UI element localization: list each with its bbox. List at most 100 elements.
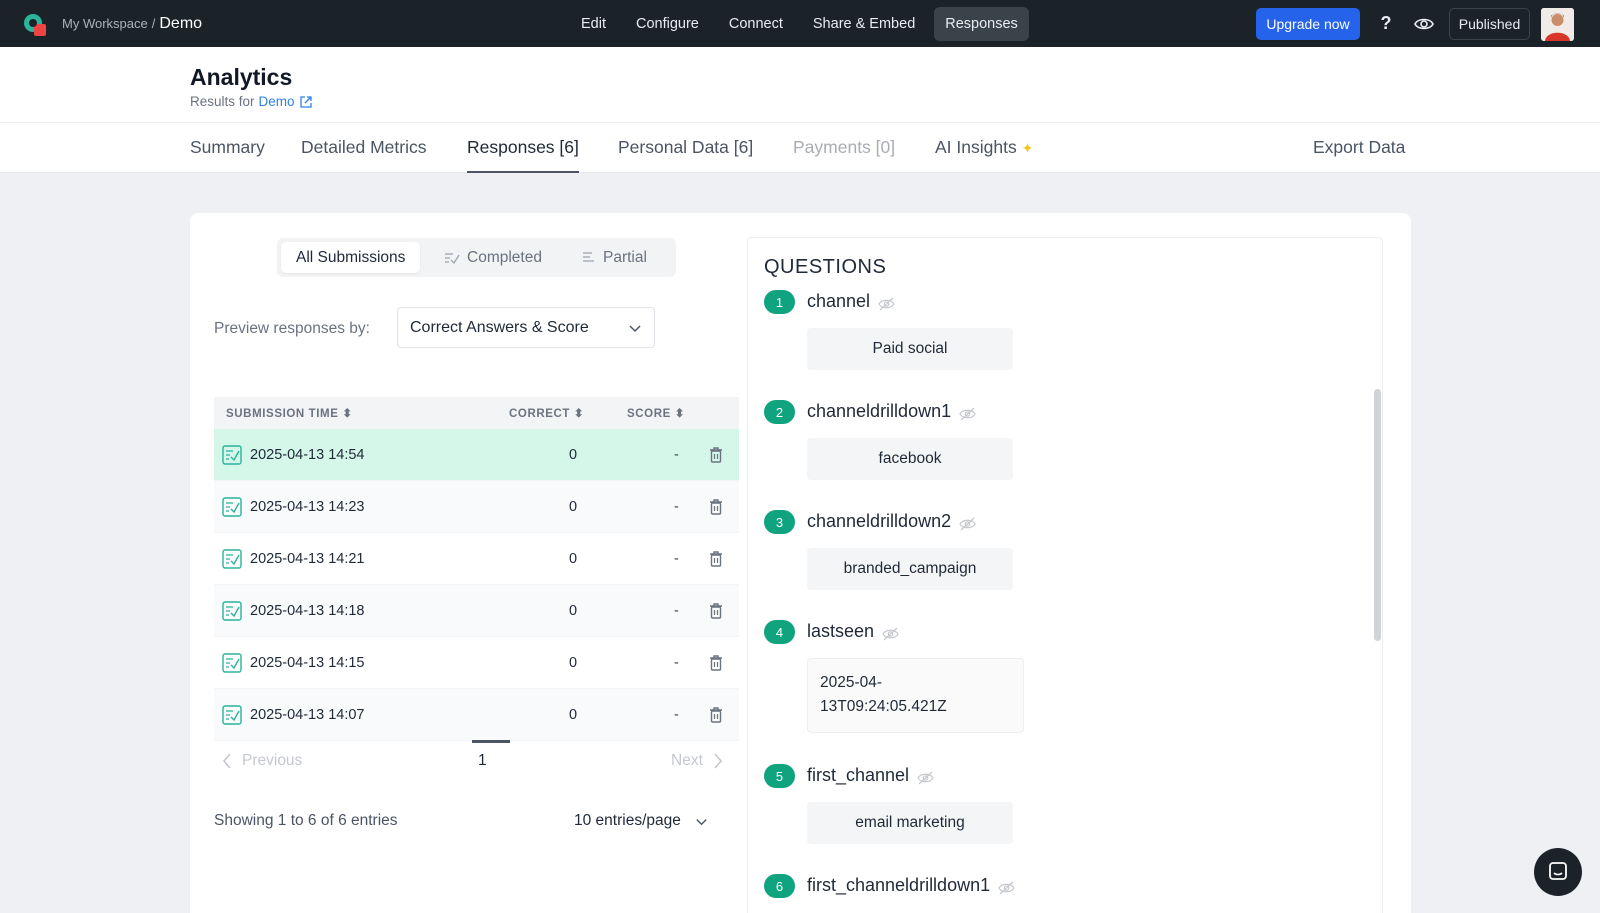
- breadcrumb: My Workspace / Demo: [62, 0, 202, 47]
- question-number-badge: 6: [764, 874, 795, 898]
- eye-off-icon[interactable]: [917, 769, 934, 784]
- filter-partial[interactable]: Partial: [567, 242, 662, 273]
- question-label-text: channeldrilldown1: [807, 401, 952, 421]
- trash-icon[interactable]: [708, 706, 724, 724]
- tab-ai-insights[interactable]: AI Insights ✦: [935, 137, 1033, 173]
- table-row[interactable]: 2025-04-13 14:18 0 -: [214, 585, 739, 637]
- tab-detailed-metrics[interactable]: Detailed Metrics: [301, 137, 426, 173]
- eye-off-icon[interactable]: [878, 295, 895, 310]
- sort-icon: ⬍: [573, 408, 585, 420]
- table-row[interactable]: 2025-04-13 14:23 0 -: [214, 481, 739, 533]
- correct-count: 0: [569, 603, 578, 619]
- upgrade-button[interactable]: Upgrade now: [1256, 8, 1360, 40]
- eye-off-icon[interactable]: [998, 879, 1015, 894]
- submission-time: 2025-04-13 14:54: [250, 447, 365, 463]
- next-button[interactable]: Next: [671, 752, 723, 770]
- correct-count: 0: [569, 707, 578, 723]
- trash-icon[interactable]: [708, 654, 724, 672]
- page-header: Analytics Results for Demo: [0, 47, 1600, 123]
- trash-icon[interactable]: [708, 602, 724, 620]
- nav-responses[interactable]: Responses: [934, 6, 1029, 41]
- answer-value: email marketing: [807, 802, 1013, 844]
- preview-value: Correct Answers & Score: [410, 318, 589, 336]
- analytics-tabs: Summary Detailed Metrics Responses [6] P…: [0, 123, 1600, 173]
- question-label: channeldrilldown1: [807, 401, 976, 422]
- answer-textarea[interactable]: 2025-04- 13T09:24:05.421Z: [807, 658, 1024, 733]
- preview-dropdown[interactable]: Correct Answers & Score: [397, 307, 655, 348]
- table-row[interactable]: 2025-04-13 14:15 0 -: [214, 637, 739, 689]
- tab-personal-data[interactable]: Personal Data [6]: [618, 137, 753, 173]
- chat-support-button[interactable]: [1534, 848, 1582, 896]
- eye-off-icon[interactable]: [882, 625, 899, 640]
- question-label-text: channel: [807, 291, 871, 311]
- help-icon[interactable]: ?: [1374, 11, 1398, 35]
- trash-icon[interactable]: [708, 498, 724, 516]
- entries-per-page-select[interactable]: 10 entries/page: [574, 812, 708, 830]
- col-submission-time[interactable]: SUBMISSION TIME ⬍: [226, 406, 353, 420]
- question-number-badge: 2: [764, 400, 795, 424]
- page-title: Analytics: [190, 64, 293, 90]
- tab-summary[interactable]: Summary: [190, 137, 265, 173]
- filter-all-submissions[interactable]: All Submissions: [281, 242, 421, 273]
- table-row[interactable]: 2025-04-13 14:54 0 -: [214, 429, 739, 481]
- previous-button[interactable]: Previous: [222, 752, 302, 770]
- next-label: Next: [671, 752, 703, 769]
- previous-label: Previous: [242, 752, 303, 769]
- question-label-text: lastseen: [807, 621, 875, 641]
- table-row[interactable]: 2025-04-13 14:07 0 -: [214, 689, 739, 741]
- submission-icon: [222, 705, 242, 725]
- col-score[interactable]: SCORE ⬍: [627, 406, 685, 420]
- filter-completed[interactable]: Completed: [429, 242, 557, 273]
- preview-eye-icon[interactable]: [1413, 13, 1435, 35]
- export-data-button[interactable]: Export Data: [1313, 137, 1405, 173]
- question-label: channeldrilldown2: [807, 511, 976, 532]
- chevron-down-icon: [629, 325, 641, 333]
- nav-configure[interactable]: Configure: [625, 7, 710, 41]
- published-button[interactable]: Published: [1449, 8, 1530, 40]
- col-correct[interactable]: CORRECT ⬍: [509, 406, 584, 420]
- nav-share-embed[interactable]: Share & Embed: [802, 7, 926, 41]
- answer-value: facebook: [807, 438, 1013, 480]
- question-number-badge: 1: [764, 290, 795, 314]
- top-nav: Edit Configure Connect Share & Embed Res…: [570, 6, 1029, 41]
- answer-value: branded_campaign: [807, 548, 1013, 590]
- breadcrumb-workspace[interactable]: My Workspace: [62, 16, 148, 31]
- entries-per-page-value: 10 entries/page: [574, 812, 681, 829]
- external-link-icon[interactable]: [299, 95, 313, 109]
- table-row[interactable]: 2025-04-13 14:21 0 -: [214, 533, 739, 585]
- score-value: -: [674, 551, 679, 567]
- eye-off-icon[interactable]: [959, 515, 976, 530]
- tab-payments[interactable]: Payments [0]: [793, 137, 895, 173]
- responses-table: SUBMISSION TIME ⬍ CORRECT ⬍ SCORE ⬍ 2025…: [214, 397, 739, 741]
- completed-icon: [445, 252, 460, 264]
- eye-off-icon[interactable]: [959, 405, 976, 420]
- user-avatar[interactable]: [1541, 8, 1574, 41]
- chevron-right-icon: [714, 753, 722, 769]
- tab-responses[interactable]: Responses [6]: [467, 137, 579, 173]
- correct-count: 0: [569, 551, 578, 567]
- sort-icon: ⬍: [342, 408, 353, 420]
- app-logo-icon[interactable]: [22, 12, 48, 38]
- subtitle-prefix: Results for: [190, 94, 255, 109]
- chevron-down-icon: [696, 818, 707, 825]
- score-value: -: [674, 603, 679, 619]
- filter-completed-label: Completed: [467, 248, 542, 266]
- trash-icon[interactable]: [708, 446, 724, 464]
- questions-panel: QUESTIONS 1 channel Paid social 2 channeldri…: [747, 237, 1383, 913]
- questions-scrollbar[interactable]: [1374, 389, 1381, 641]
- top-bar: My Workspace / Demo Edit Configure Conne…: [0, 0, 1600, 47]
- preview-label: Preview responses by:: [214, 320, 370, 337]
- col-correct-label: CORRECT: [509, 408, 571, 420]
- form-link[interactable]: Demo: [259, 94, 295, 109]
- breadcrumb-current[interactable]: Demo: [159, 15, 202, 33]
- question-number-badge: 3: [764, 510, 795, 534]
- table-header: SUBMISSION TIME ⬍ CORRECT ⬍ SCORE ⬍: [214, 397, 739, 429]
- pagination: Previous 1 Next: [214, 740, 739, 780]
- nav-edit[interactable]: Edit: [570, 7, 617, 41]
- trash-icon[interactable]: [708, 550, 724, 568]
- submission-time: 2025-04-13 14:07: [250, 707, 365, 723]
- nav-connect[interactable]: Connect: [718, 7, 794, 41]
- submission-time: 2025-04-13 14:21: [250, 551, 365, 567]
- page-number[interactable]: 1: [478, 752, 487, 770]
- correct-count: 0: [569, 499, 578, 515]
